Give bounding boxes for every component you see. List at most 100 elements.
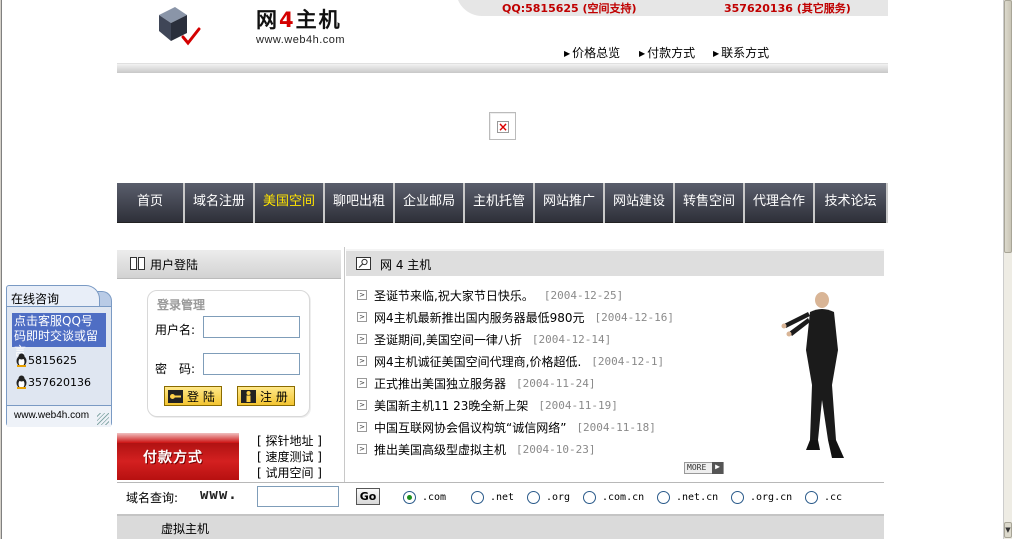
logo-text-b: 4 [279, 8, 296, 32]
nav-item-hosting[interactable]: 主机托管 [465, 183, 535, 223]
tld-label: .org [546, 492, 571, 503]
radio-tld-org-cn[interactable] [731, 491, 744, 504]
column-divider [344, 247, 345, 482]
go-button[interactable]: Go [356, 488, 380, 505]
domain-query-label: 域名查询: [126, 491, 179, 505]
link-speed-test[interactable]: [ 速度测试 ] [257, 448, 322, 465]
consult-tab[interactable]: 在线咨询 [6, 285, 100, 307]
radio-tld-org[interactable] [527, 491, 540, 504]
news-panel-header: 网 4 主机 [346, 249, 884, 276]
chevron-right-icon: > [357, 422, 367, 432]
qq-contact-2[interactable]: 357620136 [15, 375, 91, 389]
more-label: MORE [687, 463, 707, 472]
nav-item-home[interactable]: 首页 [117, 183, 185, 223]
resize-grip-icon[interactable] [97, 413, 109, 425]
logo-title: 网4主机 [256, 4, 342, 34]
nav-item-promotion[interactable]: 网站推广 [535, 183, 605, 223]
www-prefix: www. [200, 487, 238, 503]
nav-item-domain[interactable]: 域名注册 [185, 183, 255, 223]
online-consult-widget: 在线咨询 点击客服QQ号码即时交谈或留言 5815625 357620136 w… [6, 285, 112, 427]
nav-item-resell[interactable]: 转售空间 [675, 183, 745, 223]
news-title: 网4主机诚征美国空间代理商,价格超低. [374, 354, 582, 369]
scrollbar-thumb[interactable] [1004, 0, 1012, 253]
radio-tld-net[interactable] [471, 491, 484, 504]
query-divider [117, 482, 884, 483]
radio-tld-com-cn[interactable] [583, 491, 596, 504]
toplink-prices[interactable]: ▶ 价格总览 [564, 44, 620, 61]
nav-item-us-space[interactable]: 美国空间 [255, 183, 325, 223]
login-button-label: 登 陆 [187, 389, 215, 404]
domain-search-input[interactable] [257, 486, 339, 507]
news-date: [2004-12-1] [591, 354, 665, 368]
radio-tld-cc[interactable] [805, 491, 818, 504]
news-item[interactable]: > 圣诞节来临,祝大家节日快乐。 [2004-12-25] [357, 287, 623, 303]
penguin-icon [16, 353, 27, 367]
toplink-payment[interactable]: ▶ 付款方式 [639, 44, 695, 61]
contact-bar: QQ:5815625 (空间支持) 357620136 (其它服务) [456, 0, 888, 16]
chevron-right-icon: > [357, 356, 367, 366]
penguin-icon [16, 375, 27, 389]
news-item[interactable]: > 网4主机最新推出国内服务器最低980元 [2004-12-16] [357, 309, 674, 325]
logo-url: www.web4h.com [256, 34, 346, 46]
qq-number: 357620136 [28, 375, 91, 389]
news-title: 圣诞节来临,祝大家节日快乐。 [374, 288, 534, 303]
logo-cube-icon [159, 7, 201, 46]
news-item[interactable]: > 中国互联网协会倡议构筑“诚信网络” [2004-11-18] [357, 419, 656, 435]
password-label: 密 码: [155, 362, 196, 376]
arrow-right-icon: ▶ [712, 462, 723, 474]
consult-body: 点击客服QQ号码即时交谈或留言 5815625 357620136 www.we… [6, 306, 112, 427]
radio-tld-net-cn[interactable] [657, 491, 670, 504]
search-icon [356, 257, 371, 270]
news-item[interactable]: > 网4主机诚征美国空间代理商,价格超低. [2004-12-1] [357, 353, 664, 369]
register-button[interactable]: 注 册 [237, 386, 295, 406]
triangle-right-icon: ▶ [639, 49, 646, 58]
vertical-scrollbar[interactable]: ▼ [1003, 0, 1012, 539]
radio-tld-com[interactable] [403, 491, 416, 504]
link-probe-address[interactable]: [ 探针地址 ] [257, 432, 322, 449]
key-icon [168, 389, 183, 403]
tld-label: .com.cn [602, 492, 645, 503]
nav-item-forum[interactable]: 技术论坛 [815, 183, 888, 223]
news-item[interactable]: > 美国新主机11 23晚全新上架 [2004-11-19] [357, 397, 618, 413]
username-input[interactable] [203, 316, 300, 338]
triangle-right-icon: ▶ [713, 49, 720, 58]
news-item[interactable]: > 推出美国高级型虚拟主机 [2004-10-23] [357, 441, 596, 457]
login-form: 登录管理 用户名: 密 码: 登 陆 注 册 [147, 290, 310, 417]
contact-qq-support: QQ:5815625 (空间支持) [502, 2, 637, 15]
header-divider [117, 63, 888, 73]
person-photo [781, 292, 844, 458]
consult-message: 点击客服QQ号码即时交谈或留言 [12, 313, 106, 358]
chevron-right-icon: > [357, 378, 367, 388]
news-date: [2004-11-18] [576, 420, 656, 434]
nav-item-web-building[interactable]: 网站建设 [605, 183, 675, 223]
news-panel-title: 网 4 主机 [380, 258, 432, 272]
triangle-right-icon: ▶ [564, 49, 571, 58]
nav-item-mail[interactable]: 企业邮局 [395, 183, 465, 223]
logo-text-c: 主机 [295, 8, 342, 32]
nav-item-agent[interactable]: 代理合作 [745, 183, 815, 223]
qq-number: 5815625 [28, 353, 77, 367]
book-icon [130, 257, 145, 270]
link-trial-space[interactable]: [ 试用空间 ] [257, 464, 322, 481]
nav-item-chat-rental[interactable]: 聊吧出租 [325, 183, 395, 223]
password-input[interactable] [203, 353, 300, 375]
qq-contact-1[interactable]: 5815625 [15, 353, 77, 367]
contact-qq-other: 357620136 (其它服务) [724, 2, 851, 15]
news-item[interactable]: > 圣诞期间,美国空间一律八折 [2004-12-14] [357, 331, 611, 347]
payment-banner[interactable]: 付款方式 [117, 433, 239, 480]
toplink-label: 付款方式 [647, 46, 696, 60]
login-button[interactable]: 登 陆 [164, 386, 222, 406]
login-legend: 登录管理 [157, 298, 206, 312]
toplink-contact[interactable]: ▶ 联系方式 [713, 44, 769, 61]
news-title: 网4主机最新推出国内服务器最低980元 [374, 310, 585, 325]
payment-banner-text: 付款方式 [143, 450, 203, 466]
consult-footer-url: www.web4h.com [14, 410, 90, 421]
news-title: 圣诞期间,美国空间一律八折 [374, 332, 522, 347]
more-button[interactable]: MORE ▶ [684, 462, 724, 474]
toplink-label: 价格总览 [572, 46, 621, 60]
news-item[interactable]: > 正式推出美国独立服务器 [2004-11-24] [357, 375, 596, 391]
window-frame-left [0, 0, 2, 539]
news-date: [2004-11-19] [538, 398, 618, 412]
scroll-down-arrow-icon[interactable]: ▼ [1004, 522, 1012, 538]
consult-title: 在线咨询 [11, 292, 60, 306]
